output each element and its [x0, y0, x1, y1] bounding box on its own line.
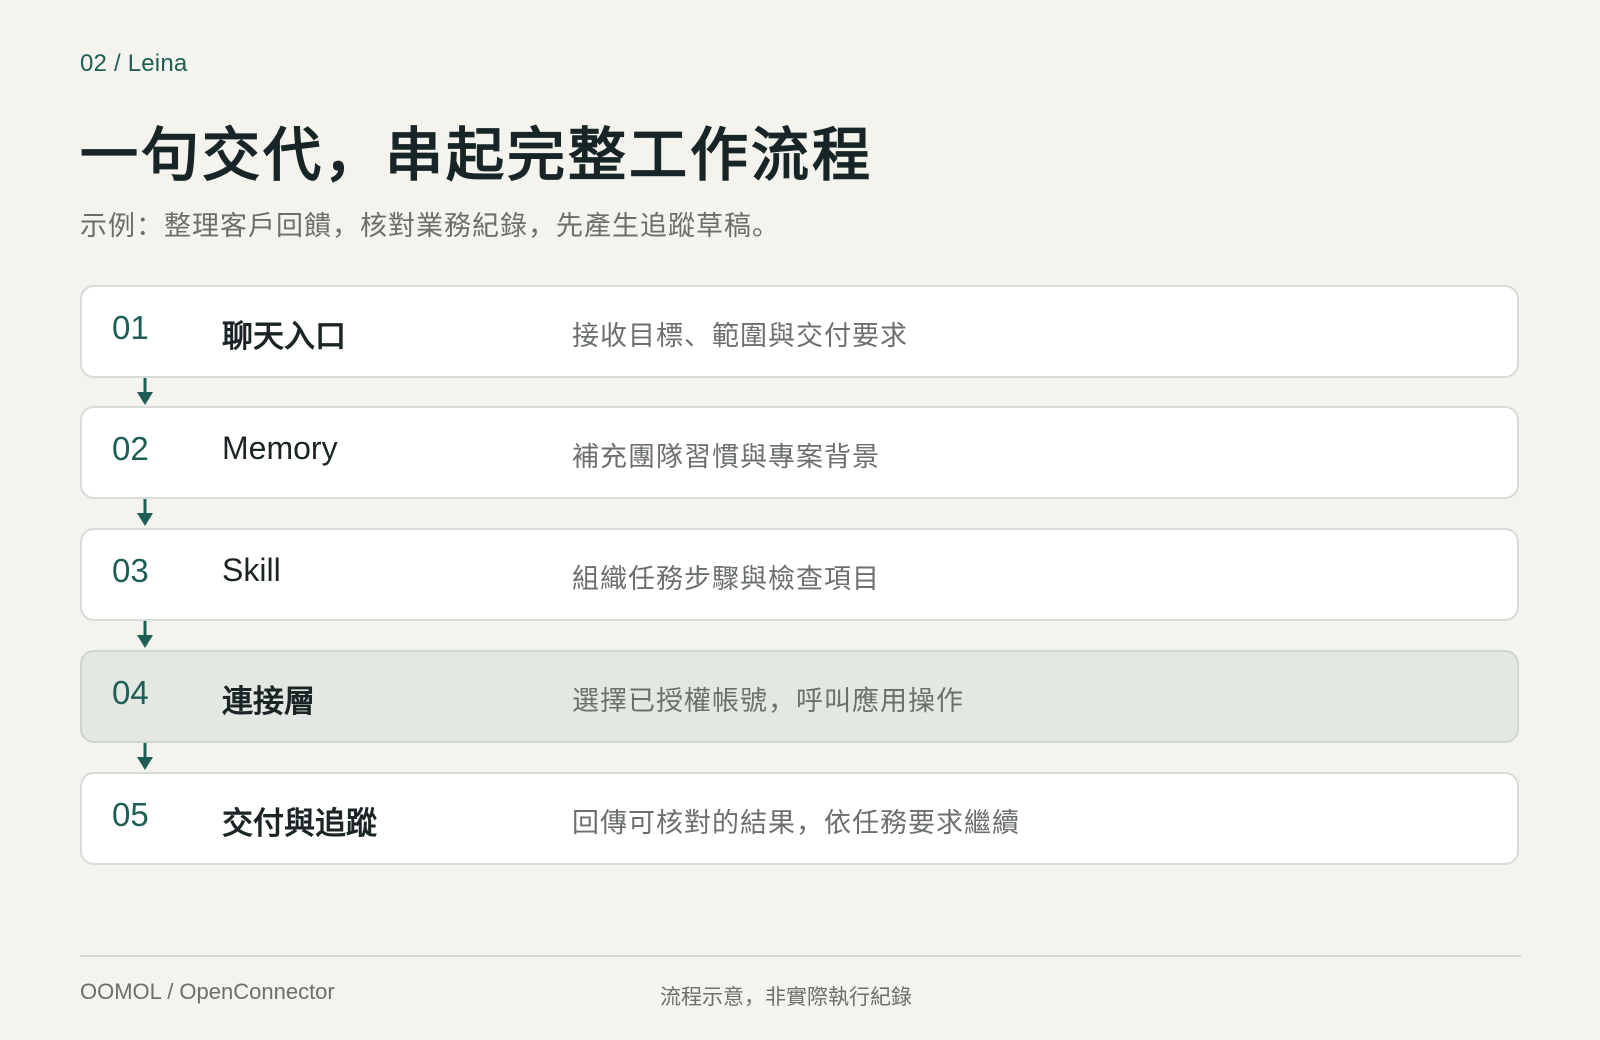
footer-divider: [80, 955, 1521, 957]
step-number: 04: [112, 674, 149, 711]
step-description: 回傳可核對的結果，依任務要求繼續: [572, 808, 1020, 839]
step-card-03: 03 Skill 組織任務步驟與檢查項目: [80, 528, 1519, 621]
arrow-down-icon: [137, 378, 153, 406]
step-number: 05: [112, 796, 149, 833]
step-description: 接收目標、範圍與交付要求: [572, 321, 908, 352]
arrow-down-icon: [137, 743, 153, 771]
section-label: 02 / Leina: [80, 50, 188, 77]
footer-note: 流程示意，非實際執行紀錄: [660, 985, 912, 1009]
step-card-02: 02 Memory 補充團隊習慣與專案背景: [80, 406, 1519, 499]
footer-brand: OOMOL / OpenConnector: [80, 979, 335, 1004]
step-description: 組織任務步驟與檢查項目: [572, 564, 880, 595]
page-title: 一句交代，串起完整工作流程: [80, 121, 874, 189]
step-number: 03: [112, 552, 149, 589]
step-card-01: 01 聊天入口 接收目標、範圍與交付要求: [80, 285, 1519, 378]
arrow-down-icon: [137, 499, 153, 527]
step-name: 交付與追蹤: [222, 806, 377, 842]
step-card-04: 04 連接層 選擇已授權帳號，呼叫應用操作: [80, 650, 1519, 743]
step-card-05: 05 交付與追蹤 回傳可核對的結果，依任務要求繼續: [80, 772, 1519, 865]
step-name: Skill: [222, 552, 281, 588]
step-number: 01: [112, 309, 149, 346]
step-name: Memory: [222, 430, 338, 466]
step-name: 連接層: [222, 684, 315, 720]
step-name: 聊天入口: [222, 319, 346, 355]
page-subtitle: 示例：整理客戶回饋，核對業務紀錄，先產生追蹤草稿。: [80, 211, 780, 242]
step-description: 選擇已授權帳號，呼叫應用操作: [572, 686, 964, 717]
arrow-down-icon: [137, 621, 153, 649]
step-number: 02: [112, 430, 149, 467]
step-description: 補充團隊習慣與專案背景: [572, 442, 880, 473]
